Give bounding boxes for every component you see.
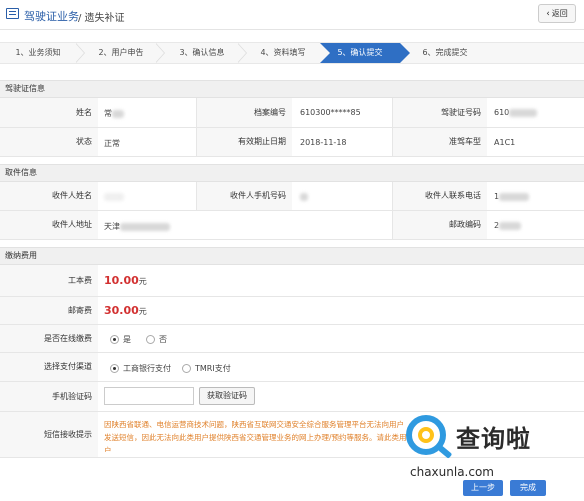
step-5: 5、确认提交 [320, 43, 410, 63]
verify-code-label: 手机验证码 [0, 382, 98, 411]
business-title[interactable]: 驾驶证业务 [24, 8, 79, 24]
chevron-left-icon: ‹ [546, 9, 550, 19]
step-2: 2、用户申告 [98, 48, 144, 57]
watermark-text: 查询啦 [456, 425, 531, 453]
step-3: 3、确认信息 [179, 48, 225, 57]
license-no-label: 驾驶证号码 [393, 98, 487, 127]
license-no-value: 610 [494, 108, 538, 117]
channel-icbc-option[interactable]: 工商银行支付 [110, 363, 171, 374]
contact-phone-label: 收件人联系电话 [393, 182, 487, 210]
work-fee-row: 工本费 10.00元 [0, 265, 584, 297]
recipient-phone-value [300, 192, 308, 201]
verify-code-input[interactable] [104, 387, 194, 405]
recipient-address-value: 天津 [104, 221, 170, 232]
expiry-value: 2018-11-18 [300, 138, 347, 147]
channel-tmri-option[interactable]: TMRI支付 [182, 363, 231, 374]
recipient-name-value [104, 192, 124, 201]
sms-notice-text: 因陕西省联通、电信运营商技术问题，陕西省互联网交通安全综合服务管理平台无法向用户… [104, 420, 407, 452]
online-pay-row: 是否在线缴费 是 否 [0, 325, 584, 353]
online-pay-label: 是否在线缴费 [0, 325, 98, 352]
radio-online-yes[interactable] [110, 335, 119, 344]
class-value: A1C1 [494, 138, 516, 147]
postage-label: 邮寄费 [0, 297, 98, 324]
status-label: 状态 [0, 128, 98, 156]
list-icon [6, 8, 19, 19]
section-license-info: 驾驶证信息 [0, 80, 584, 98]
recipient-phone-label: 收件人手机号码 [197, 182, 292, 210]
pickup-row-2: 收件人地址 天津 邮政编码 2 [0, 211, 584, 240]
site-watermark: 查询啦 chaxunla.com [398, 405, 580, 487]
step-4: 4、资料填写 [260, 48, 306, 57]
section-fees: 缴纳费用 [0, 247, 584, 265]
step-1: 1、业务须知 [15, 48, 61, 57]
back-button-label: 返回 [551, 9, 568, 18]
get-code-button[interactable]: 获取验证码 [199, 387, 255, 405]
license-row-2: 状态 正常 有效期止日期 2018-11-18 准驾车型 A1C1 [0, 128, 584, 157]
name-label: 姓名 [0, 98, 98, 127]
step-6: 6、完成提交 [422, 48, 468, 57]
sms-notice-label: 短信接收提示 [0, 412, 98, 457]
pickup-row-1: 收件人姓名 收件人手机号码 收件人联系电话 1 [0, 182, 584, 211]
section-pickup-info: 取件信息 [0, 164, 584, 182]
online-yes-option[interactable]: 是 [110, 334, 131, 345]
postage-row: 邮寄费 30.00元 [0, 297, 584, 325]
step-bar: 1、业务须知 2、用户申告 3、确认信息 4、资料填写 5、确认提交 6、完成提… [0, 42, 584, 64]
radio-tmri[interactable] [182, 364, 191, 373]
pay-channel-label: 选择支付渠道 [0, 353, 98, 381]
license-row-1: 姓名 常 档案编号 610300*****85 驾驶证号码 610 [0, 98, 584, 128]
name-value: 常 [104, 108, 124, 119]
recipient-name-label: 收件人姓名 [0, 182, 98, 210]
pay-channel-row: 选择支付渠道 工商银行支付 TMRI支付 [0, 353, 584, 382]
class-label: 准驾车型 [393, 128, 487, 156]
archive-label: 档案编号 [197, 98, 292, 127]
expiry-label: 有效期止日期 [197, 128, 292, 156]
back-button[interactable]: ‹ 返回 [538, 4, 576, 23]
online-no-option[interactable]: 否 [146, 334, 167, 345]
postcode-value: 2 [494, 221, 522, 230]
breadcrumb-current: / 遗失补证 [78, 13, 125, 24]
recipient-address-label: 收件人地址 [0, 211, 98, 239]
radio-online-no[interactable] [146, 335, 155, 344]
radio-icbc[interactable] [110, 364, 119, 373]
archive-value: 610300*****85 [300, 108, 361, 117]
status-value: 正常 [104, 139, 120, 148]
work-fee-value: 10.00元 [104, 274, 147, 287]
postage-value: 30.00元 [104, 304, 147, 317]
page-header: 驾驶证业务 / 遗失补证 ‹ 返回 [0, 0, 584, 30]
postcode-label: 邮政编码 [393, 211, 487, 239]
contact-phone-value: 1 [494, 192, 530, 201]
work-fee-label: 工本费 [0, 265, 98, 296]
watermark-url: chaxunla.com [410, 465, 494, 479]
